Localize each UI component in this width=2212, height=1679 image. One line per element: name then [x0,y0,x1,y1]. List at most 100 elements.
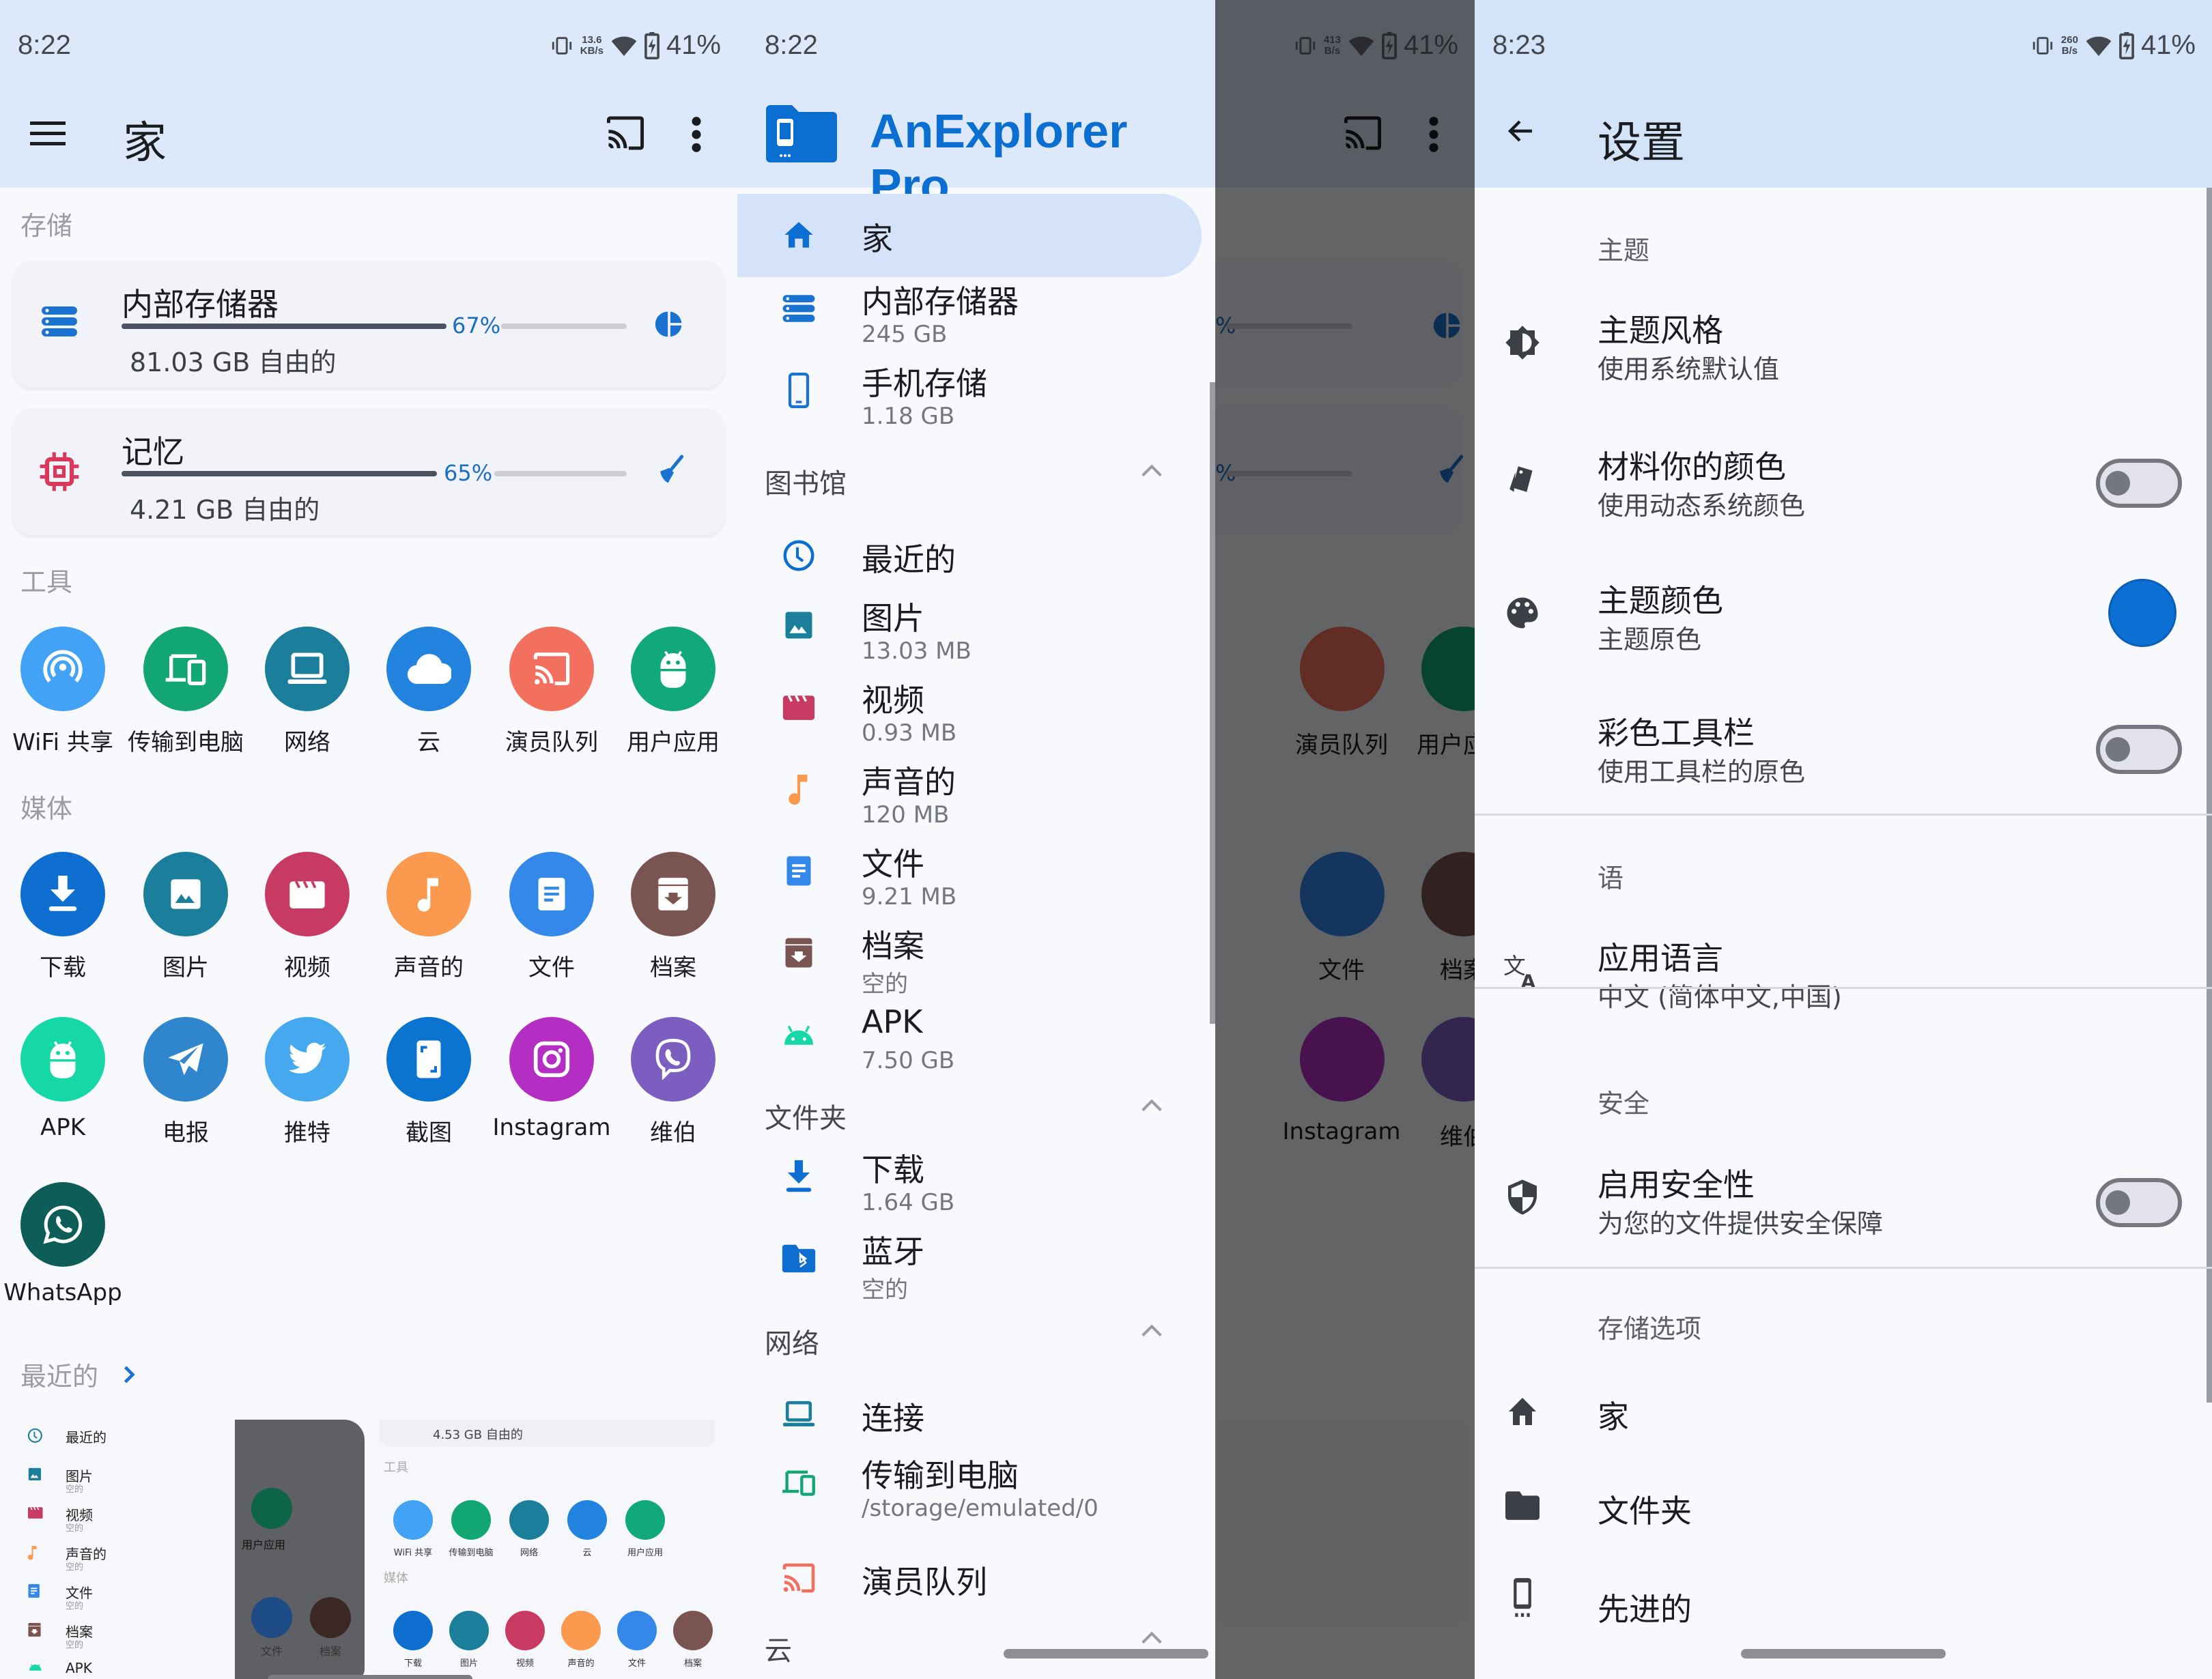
clean-memory-button[interactable] [657,455,684,486]
nav-gesture-handle[interactable] [1741,1649,1946,1659]
media-label: 图片 [162,954,209,981]
colored-toolbar-toggle[interactable] [2096,725,2182,774]
storage-section-label: 存储 [20,211,73,241]
android-icon [46,1039,79,1080]
analyze-button[interactable] [654,308,684,340]
media-item-viber-icon[interactable] [631,1017,715,1102]
setting-material-you[interactable]: 材料你的颜色 使用动态系统颜色 [1475,423,2212,546]
setting-subtitle: 主题原色 [1598,625,1702,655]
divider [1475,987,2212,989]
tool-item-android-icon[interactable] [631,627,715,711]
media-item-video-clapper-icon[interactable] [265,852,350,936]
whatsapp-icon [42,1204,83,1245]
drawer-section-label: 云 [765,1635,792,1667]
recent-thumb-home[interactable]: 4.53 GB 自由的 工具 媒体 WiFi 共享 传输到电脑 网络 云 用户应用 下载 图… [371,1420,728,1679]
theme-color-swatch[interactable] [2108,579,2176,647]
network-speed: 260 B/s [2060,33,2078,57]
chevron-up-icon[interactable] [1140,1324,1163,1338]
media-item-android-icon[interactable] [20,1017,105,1102]
media-item-music-note-icon[interactable] [386,852,471,936]
chevron-up-icon[interactable] [1140,1631,1163,1645]
image-icon [168,876,203,912]
media-item-instagram-icon[interactable] [509,1017,594,1102]
storage-option-advanced[interactable]: 先进的 [1475,1563,2198,1645]
tool-item-transfer-pc-icon[interactable] [143,627,228,711]
drawer-scrollbar[interactable] [1210,382,1215,1024]
nav-gesture-handle[interactable] [268,1675,472,1679]
thumb-media-label: 下载 [403,1659,422,1669]
cast-icon [531,651,572,687]
security-section-header: 安全 [1598,1089,1650,1119]
setting-theme-color[interactable]: 主题颜色 主题原色 [1475,557,2212,680]
thumb-media-label: 图片 [459,1659,478,1669]
vibrate-icon [1294,34,1317,57]
back-button[interactable] [1505,115,1537,147]
more-options-button[interactable] [690,116,703,153]
storage-option-home[interactable]: 家 [1475,1372,2198,1454]
media-label: 推特 [284,1119,330,1147]
page-title: 设置 [1598,118,1685,169]
thumb-tool-icon [393,1500,433,1540]
recent-thumb-drawer[interactable]: 用户应用 文件 档案 最近的 图片 空的 视频 空的 声音的 空的 文件 空的 档案 空的 APK [10,1420,365,1679]
cast-button[interactable] [605,115,646,152]
media-item-screenshot-icon[interactable] [386,1017,471,1102]
media-item-telegram-icon[interactable] [143,1017,228,1102]
chevron-up-icon[interactable] [1140,1099,1163,1113]
speed-value: 413 [1323,33,1341,46]
media-item-document-icon[interactable] [509,852,594,936]
setting-subtitle: 中文 (简体中文,中国) [1598,982,1842,1012]
security-toggle[interactable] [2096,1178,2182,1227]
thumb-media-label: 视频 [515,1659,534,1669]
tool-item-wifi-share-icon[interactable] [20,627,105,711]
internal-storage-card[interactable]: 内部存储器 67% 81.03 GB 自由的 [12,261,725,388]
memory-card[interactable]: 记忆 65% 4.21 GB 自由的 [12,408,725,535]
video-clapper-icon [288,878,326,910]
media-item-image-icon[interactable] [143,852,228,936]
setting-enable-security[interactable]: 启用安全性 为您的文件提供安全保障 [1475,1141,2212,1264]
material-you-toggle[interactable] [2096,459,2182,508]
recent-header[interactable]: 最近的 [20,1355,135,1393]
recent-thumbnails[interactable]: 用户应用 文件 档案 最近的 图片 空的 视频 空的 声音的 空的 文件 空的 档案 空的 APK 4… [10,1420,728,1679]
drawer-item-title: 内部存储器 [862,283,1019,320]
setting-colored-toolbar[interactable]: 彩色工具栏 使用工具栏的原色 [1475,689,2212,812]
media-item-twitter-icon[interactable] [265,1017,350,1102]
broom-clean-icon [660,455,684,483]
thumb-media-icon [393,1611,433,1650]
drawer-section-label: 网络 [765,1328,819,1360]
drawer-item-title: 声音的 [862,764,956,801]
drawer-section-label: 图书馆 [765,468,847,500]
tool-item-cloud-icon[interactable] [386,627,471,711]
archive-icon [27,1622,42,1637]
clock-icon [27,1428,43,1444]
media-item-whatsapp-icon[interactable] [20,1182,105,1267]
thumb-tool-icon [451,1500,491,1540]
setting-title: 家 [1598,1398,1629,1435]
setting-subtitle: 使用系统默认值 [1598,354,1780,384]
chevron-up-icon[interactable] [1140,464,1163,478]
speed-value: 260 [2060,33,2078,46]
speed-unit: KB/s [580,44,604,57]
cast-icon [607,116,644,150]
drawer-item-subtitle: 1.64 GB [862,1189,955,1216]
drawer-scrim[interactable] [1215,0,1475,1679]
media-item-download-icon[interactable] [20,852,105,936]
setting-theme-style[interactable]: 主题风格 使用系统默认值 [1475,287,2198,410]
archive-icon [656,876,690,912]
music-note-icon [416,875,441,913]
media-label: WhatsApp [3,1279,122,1306]
setting-app-language[interactable]: 文A 应用语言 中文 (简体中文,中国) [1475,915,2198,1037]
vibrate-icon [2031,34,2054,57]
memory-chip-icon [38,450,81,493]
tool-item-cast-icon[interactable] [509,627,594,711]
storage-option-folders[interactable]: 文件夹 [1475,1466,2198,1548]
thumb-media-label: 媒体 [384,1571,408,1585]
nav-gesture-handle[interactable] [1004,1649,1208,1659]
media-item-archive-icon[interactable] [631,852,715,936]
media-section-label: 媒体 [20,794,73,824]
cloud-section-header[interactable] [737,1615,1202,1676]
thumb-tool-icon [509,1500,549,1540]
tool-item-laptop-icon[interactable] [265,627,350,711]
menu-button[interactable] [30,120,66,147]
status-time: 8:22 [18,30,71,60]
thumb-media-label: 档案 [683,1659,702,1669]
